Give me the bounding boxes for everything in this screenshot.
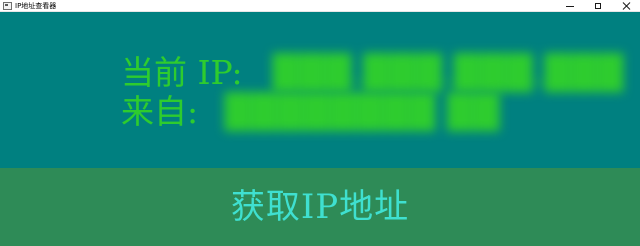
title-bar[interactable]: IP地址查看器 <box>0 0 640 12</box>
current-ip-value: ███.███.███.███ <box>273 53 625 92</box>
app-icon <box>3 1 12 10</box>
location-label: 来自: <box>121 92 199 131</box>
window-title: IP地址查看器 <box>15 1 57 10</box>
minimize-button[interactable] <box>556 0 584 12</box>
location-row: 来自: ████████ ██ <box>121 92 500 132</box>
app-window: IP地址查看器 当前 IP: ███.███.███.███ 来自: █████… <box>0 0 640 246</box>
ip-info-panel: 当前 IP: ███.███.███.███ 来自: ████████ ██ <box>0 12 640 168</box>
maximize-icon <box>595 3 601 9</box>
fetch-ip-button-label: 获取IP地址 <box>230 187 410 227</box>
close-button[interactable] <box>612 0 640 12</box>
location-value: ████████ ██ <box>225 92 501 131</box>
fetch-ip-button[interactable]: 获取IP地址 <box>0 168 640 246</box>
window-controls <box>556 0 640 12</box>
maximize-button[interactable] <box>584 0 612 12</box>
current-ip-label: 当前 IP: <box>121 53 243 92</box>
minimize-icon <box>566 5 574 7</box>
close-icon <box>622 2 630 10</box>
current-ip-row: 当前 IP: ███.███.███.███ <box>121 53 624 93</box>
